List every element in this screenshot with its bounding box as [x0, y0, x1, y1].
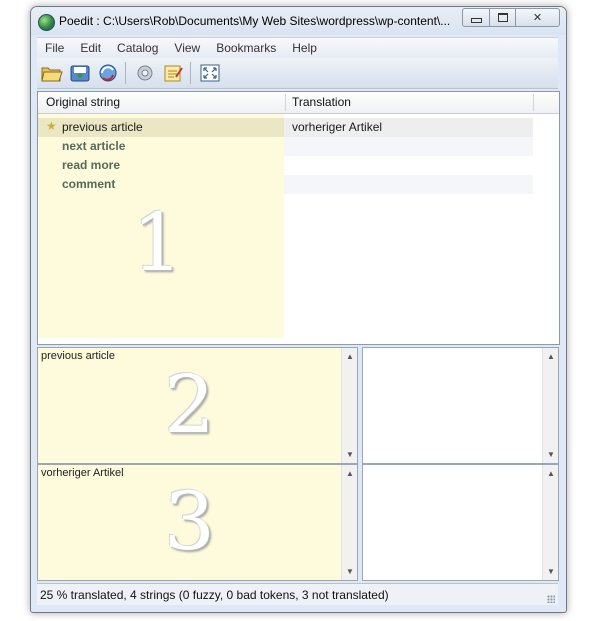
fullscreen-icon	[200, 64, 220, 82]
scroll-up-icon[interactable]: ▲	[547, 469, 555, 478]
row-original: comment	[62, 177, 116, 191]
menu-bookmarks[interactable]: Bookmarks	[208, 41, 284, 55]
header-original[interactable]: Original string	[46, 95, 120, 109]
close-icon: ✕	[532, 12, 543, 24]
globe-icon	[38, 14, 55, 31]
vertical-scrollbar[interactable]: ▲ ▼	[341, 348, 357, 463]
update-button[interactable]	[95, 61, 121, 85]
list-item[interactable]: comment	[38, 175, 533, 194]
auto-comment-box[interactable]: ▲ ▼	[362, 464, 559, 581]
maximize-icon	[497, 13, 508, 22]
menu-file[interactable]: File	[37, 41, 72, 55]
vertical-scrollbar[interactable]: ▲ ▼	[542, 465, 558, 580]
list-item[interactable]: read more	[38, 156, 533, 175]
minimize-icon	[470, 17, 482, 23]
comment-box[interactable]: ▲ ▼	[362, 347, 559, 464]
row-original: previous article	[62, 120, 143, 134]
menu-bar: File Edit Catalog View Bookmarks Help	[37, 37, 558, 58]
scroll-up-icon[interactable]: ▲	[346, 469, 354, 478]
status-bar: 25 % translated, 4 strings (0 fuzzy, 0 b…	[37, 583, 558, 605]
scroll-down-icon[interactable]: ▼	[547, 567, 555, 576]
scroll-down-icon[interactable]: ▼	[346, 450, 354, 459]
scroll-up-icon[interactable]: ▲	[346, 352, 354, 361]
fullscreen-button[interactable]	[197, 61, 223, 85]
list-item[interactable]: ★ previous article vorheriger Artikel	[38, 118, 533, 137]
star-icon: ★	[46, 119, 57, 133]
open-folder-icon	[41, 67, 63, 82]
comment-button[interactable]	[160, 61, 186, 85]
vertical-scrollbar[interactable]: ▲ ▼	[341, 465, 357, 580]
toolbar-separator	[125, 62, 126, 84]
poedit-window: Poedit : C:\Users\Rob\Documents\My Web S…	[30, 6, 567, 613]
scroll-down-icon[interactable]: ▼	[547, 450, 555, 459]
callout-number: 1	[132, 196, 183, 289]
validate-button[interactable]	[132, 61, 158, 85]
translation-text: vorheriger Artikel	[41, 467, 124, 479]
caption-buttons: ✕	[462, 8, 560, 27]
save-icon	[70, 65, 90, 82]
source-text: previous article	[41, 350, 115, 362]
row-translation-bg	[284, 175, 533, 194]
callout-number: 2	[164, 358, 215, 451]
close-button[interactable]: ✕	[516, 8, 560, 27]
strings-list: Original string Translation ★ previous a…	[37, 91, 560, 345]
resize-grip-icon[interactable]	[547, 595, 555, 603]
header-divider[interactable]	[533, 94, 534, 111]
vertical-scrollbar[interactable]: ▲ ▼	[542, 348, 558, 463]
maximize-button[interactable]	[490, 8, 516, 27]
header-translation[interactable]: Translation	[292, 95, 351, 109]
menu-catalog[interactable]: Catalog	[109, 41, 166, 55]
comment-icon	[164, 65, 183, 82]
row-original: read more	[62, 158, 121, 172]
toolbar	[37, 58, 558, 89]
list-header: Original string Translation	[38, 92, 559, 114]
row-original: next article	[62, 139, 126, 153]
translation-text-box[interactable]: vorheriger Artikel 3 ▲ ▼	[37, 464, 358, 581]
scroll-up-icon[interactable]: ▲	[547, 352, 555, 361]
scroll-down-icon[interactable]: ▼	[346, 567, 354, 576]
update-catalog-icon	[99, 64, 117, 82]
validate-icon	[137, 65, 153, 81]
row-translation-bg	[284, 137, 533, 156]
list-item[interactable]: next article	[38, 137, 533, 156]
menu-edit[interactable]: Edit	[72, 41, 109, 55]
status-text: 25 % translated, 4 strings (0 fuzzy, 0 b…	[40, 588, 389, 602]
title-bar[interactable]: Poedit : C:\Users\Rob\Documents\My Web S…	[31, 7, 566, 35]
window-title: Poedit : C:\Users\Rob\Documents\My Web S…	[59, 14, 451, 28]
row-translation: vorheriger Artikel	[292, 120, 383, 134]
menu-help[interactable]: Help	[284, 41, 325, 55]
open-button[interactable]	[39, 61, 65, 85]
callout-number: 3	[164, 475, 215, 568]
minimize-button[interactable]	[462, 8, 490, 27]
menu-view[interactable]: View	[166, 41, 208, 55]
header-divider[interactable]	[285, 94, 286, 111]
toolbar-separator	[190, 62, 191, 84]
source-text-box[interactable]: previous article 2 ▲ ▼	[37, 347, 358, 464]
save-button[interactable]	[67, 61, 93, 85]
